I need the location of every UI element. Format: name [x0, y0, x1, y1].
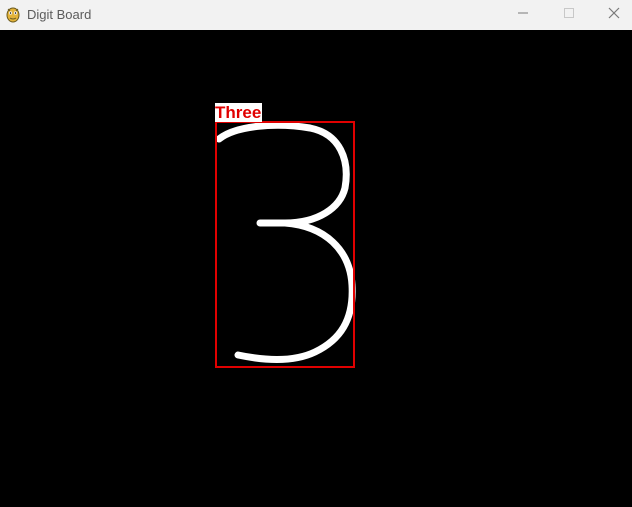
prediction-bounding-box: [215, 121, 355, 368]
maximize-button[interactable]: [546, 0, 592, 30]
window-title: Digit Board: [27, 7, 92, 22]
title-bar[interactable]: Digit Board: [0, 0, 632, 30]
close-button[interactable]: [591, 0, 632, 30]
prediction-label: Three: [215, 103, 263, 122]
pygame-snake-icon: [5, 6, 21, 23]
minimize-button[interactable]: [500, 0, 546, 30]
maximize-icon: [563, 6, 575, 24]
close-icon: [608, 6, 620, 24]
minimize-icon: [517, 6, 529, 24]
app-window: Digit Board Three: [0, 0, 632, 507]
drawing-canvas[interactable]: Three: [0, 30, 632, 507]
